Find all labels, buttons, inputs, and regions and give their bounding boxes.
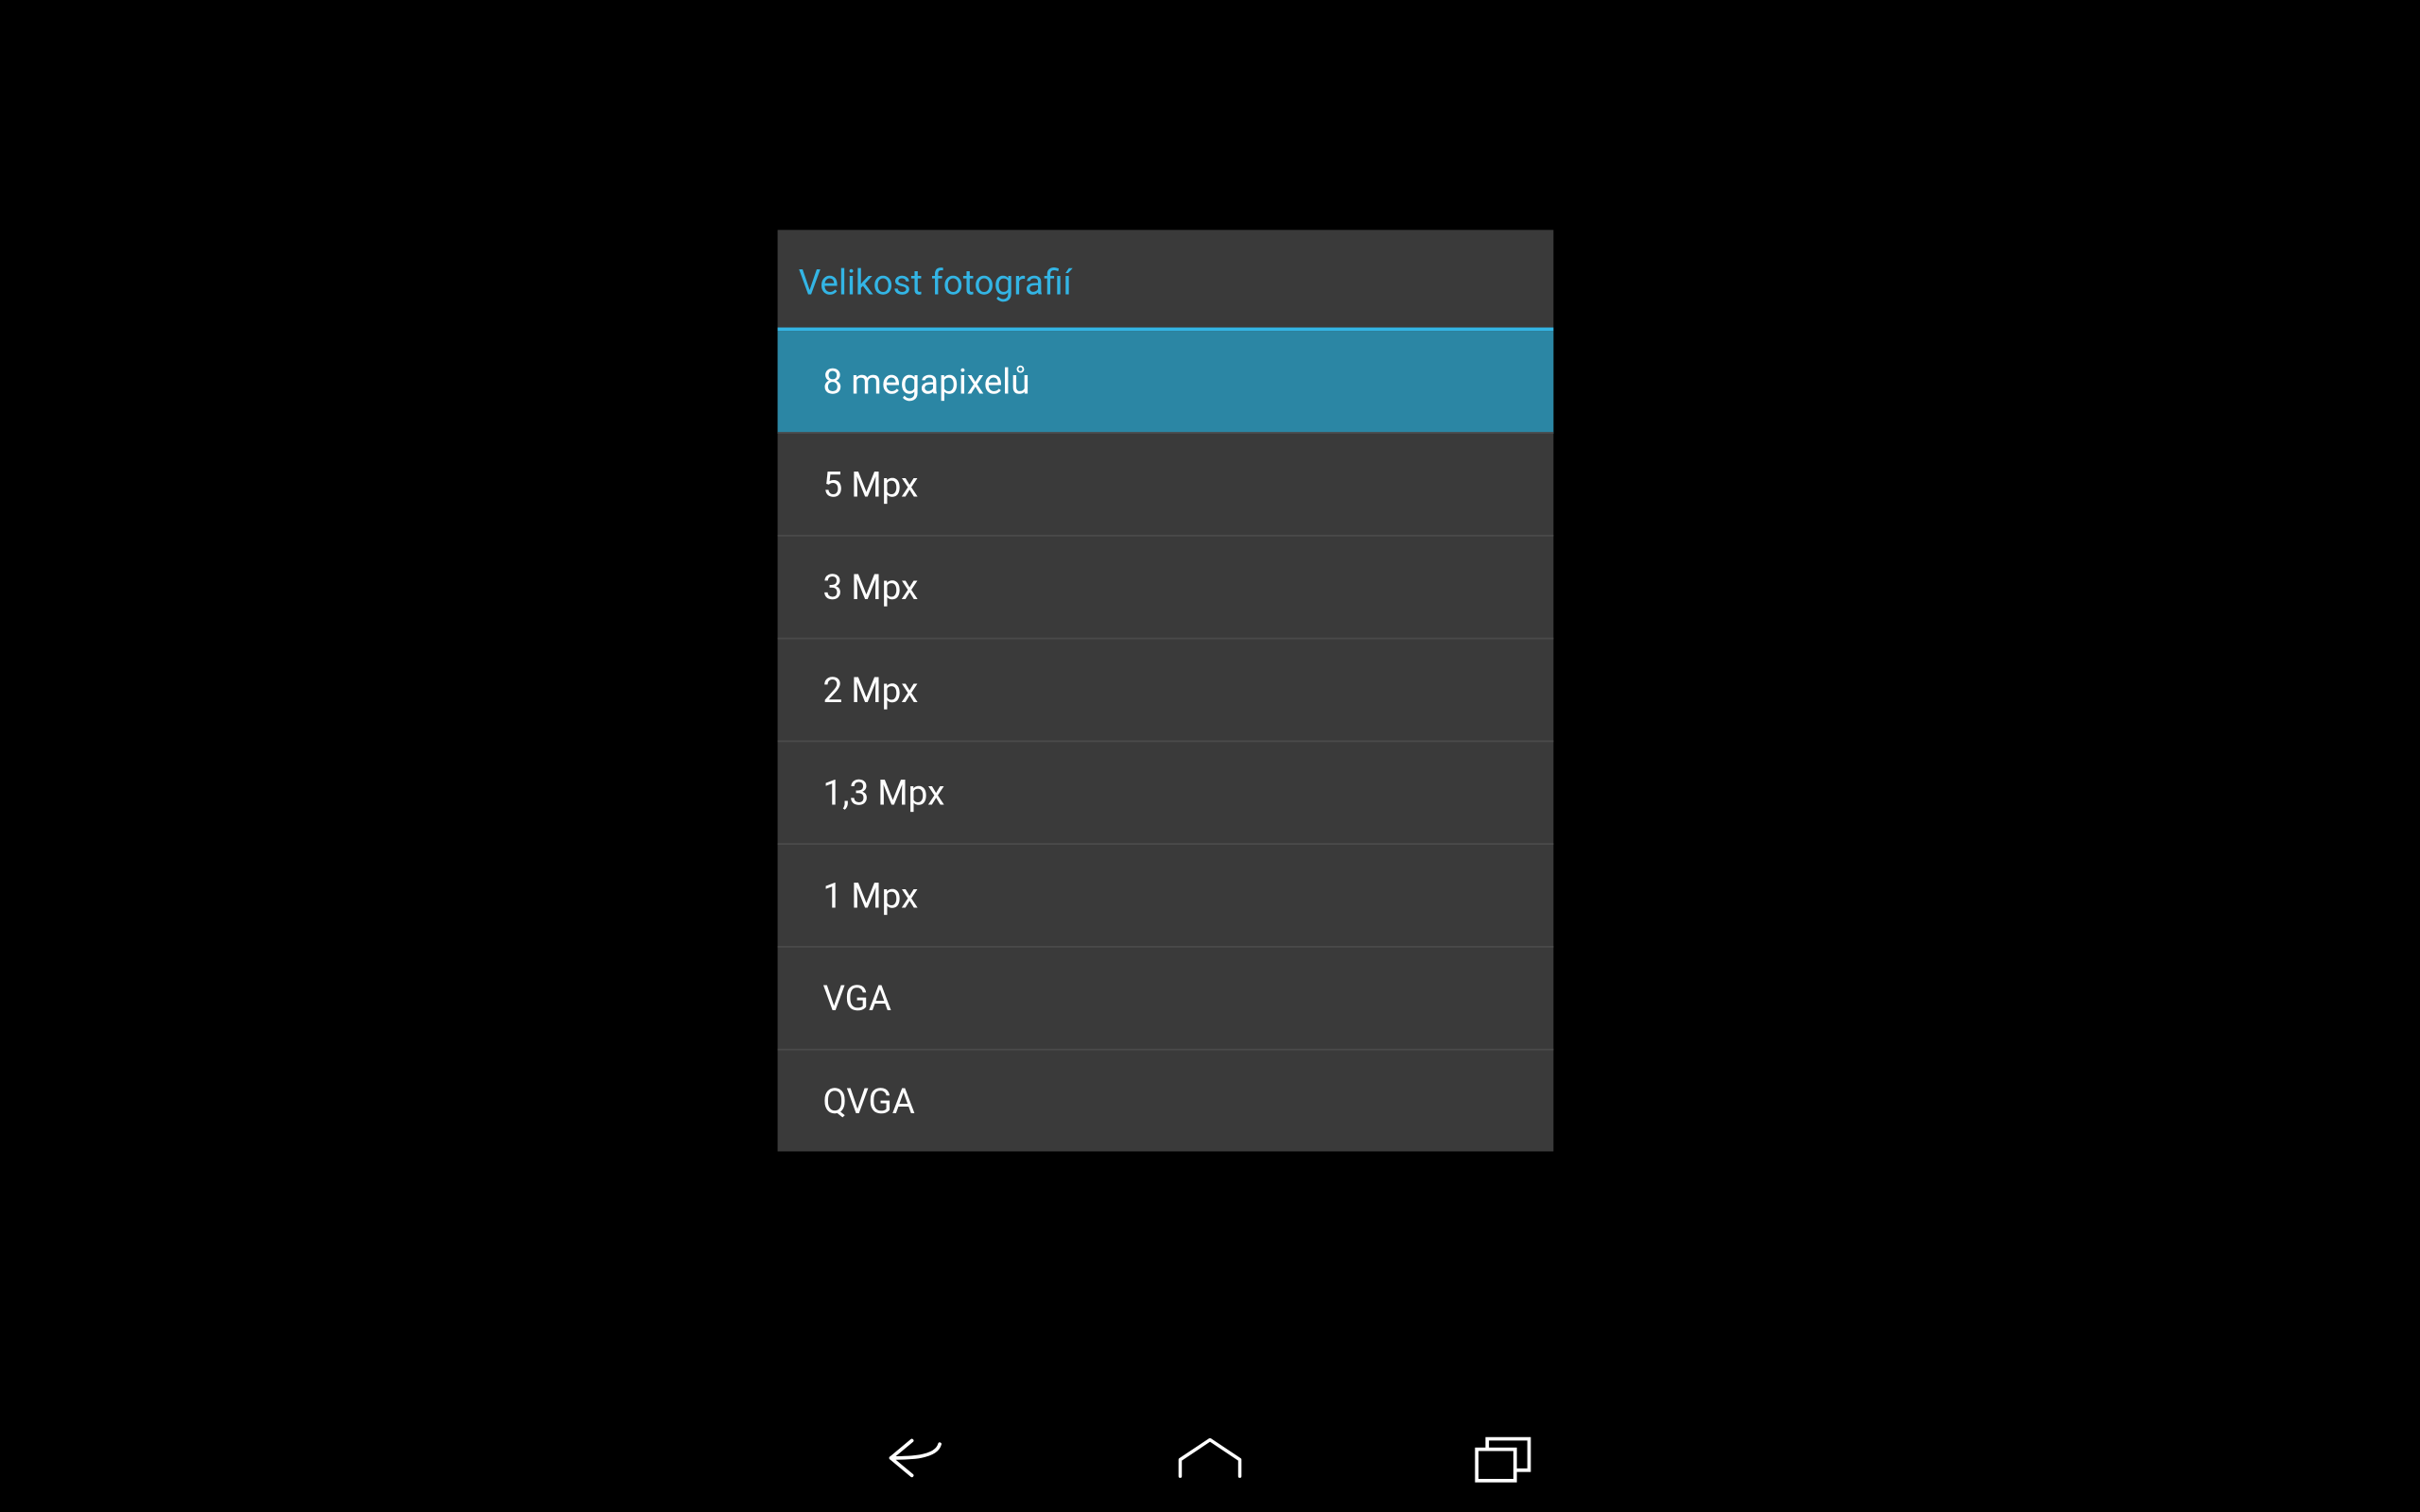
back-button[interactable] xyxy=(884,1425,950,1491)
option-item[interactable]: QVGA xyxy=(778,1051,1554,1152)
options-list: 8 megapixelů5 Mpx3 Mpx2 Mpx1,3 Mpx1 MpxV… xyxy=(778,331,1554,1151)
option-item[interactable]: 2 Mpx xyxy=(778,639,1554,742)
option-item[interactable]: VGA xyxy=(778,948,1554,1051)
option-item[interactable]: 5 Mpx xyxy=(778,434,1554,537)
recent-apps-button[interactable] xyxy=(1470,1425,1536,1491)
dialog-title: Velikost fotografií xyxy=(778,230,1554,327)
recent-apps-icon xyxy=(1474,1432,1533,1484)
home-button[interactable] xyxy=(1177,1425,1243,1491)
back-icon xyxy=(888,1434,947,1483)
option-item[interactable]: 8 megapixelů xyxy=(778,331,1554,434)
photo-size-dialog: Velikost fotografií 8 megapixelů5 Mpx3 M… xyxy=(778,230,1554,1151)
option-item[interactable]: 3 Mpx xyxy=(778,537,1554,640)
option-item[interactable]: 1 Mpx xyxy=(778,845,1554,948)
option-item[interactable]: 1,3 Mpx xyxy=(778,742,1554,845)
nav-bar xyxy=(0,1404,2420,1512)
home-icon xyxy=(1177,1435,1243,1481)
